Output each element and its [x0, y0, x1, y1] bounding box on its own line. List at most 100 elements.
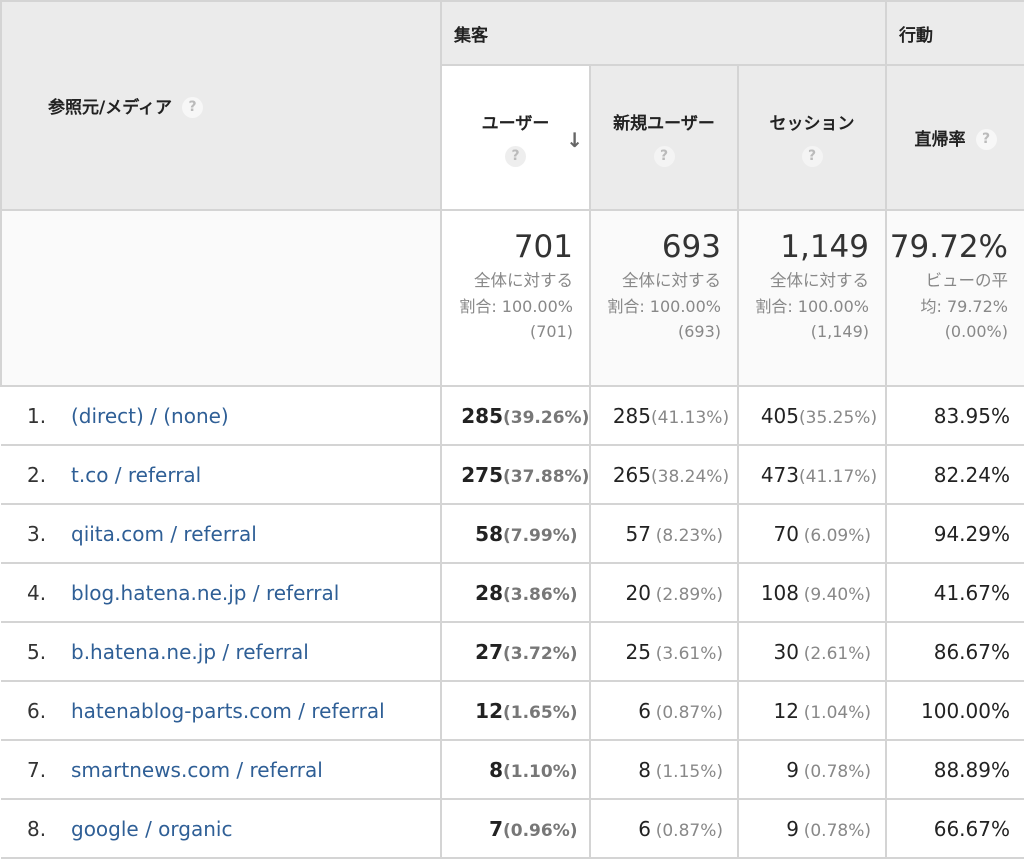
new-users-total-count: (693) [677, 322, 721, 341]
table-row: 8. google / organic 7(0.96%) 6 (0.87%) 9 (0.78… [1, 798, 1024, 859]
users-summary: 701 全体に対する 割合: 100.00% (701) [440, 209, 591, 387]
sessions-percent: (1.04%) [803, 702, 871, 723]
sessions-value: 108 [760, 580, 799, 605]
source-medium-link[interactable]: hatenablog-parts.com / referral [71, 699, 385, 723]
users-cell: 28(3.86%) [440, 562, 591, 623]
new-users-total-note: 全体に対する [622, 271, 721, 290]
users-value: 7 [489, 816, 503, 841]
source-medium-link[interactable]: google / organic [71, 817, 232, 841]
new-users-value: 8 [638, 757, 651, 782]
users-percent: (1.10%) [503, 761, 578, 782]
bounce-rate-value: 83.95% [933, 403, 1010, 428]
bounce-rate-value: 88.89% [933, 757, 1010, 782]
bounce-rate-value: 94.29% [933, 521, 1010, 546]
users-total-count: (701) [529, 322, 573, 341]
sessions-cell: 9 (0.78%) [737, 798, 887, 859]
new-users-cell: 20 (2.89%) [589, 562, 739, 623]
bounce-rate-value: 41.67% [933, 580, 1010, 605]
help-icon[interactable]: ? [182, 97, 204, 119]
users-value: 8 [489, 757, 503, 782]
group-header-row: 参照元/メディア? 集客 行動 [0, 0, 1024, 211]
bounce-rate-value: 100.00% [921, 698, 1010, 723]
new-users-value: 6 [638, 816, 651, 841]
sessions-percent: (0.78%) [803, 820, 871, 841]
new-users-cell: 8 (1.15%) [589, 739, 739, 800]
help-icon[interactable]: ? [801, 145, 823, 167]
bounce-rate-total: 79.72% [889, 229, 1008, 265]
new-users-percent: (38.24%) [651, 466, 730, 487]
sort-descending-icon[interactable]: ↓ [566, 128, 583, 152]
bounce-rate-column-header[interactable]: 直帰率? [885, 64, 1024, 211]
source-medium-link[interactable]: qiita.com / referral [71, 522, 257, 546]
source-medium-cell: 8. google / organic [1, 798, 442, 859]
new-users-value: 285 [612, 403, 651, 428]
sessions-cell: 9 (0.78%) [737, 739, 887, 800]
new-users-cell: 6 (0.87%) [589, 680, 739, 741]
summary-blank-cell [0, 209, 442, 387]
sessions-summary: 1,149 全体に対する 割合: 100.00% (1,149) [737, 209, 887, 387]
new-users-value: 6 [638, 698, 651, 723]
users-value: 12 [475, 698, 503, 723]
bounce-rate-cell: 86.67% [885, 621, 1024, 682]
new-users-column-header[interactable]: 新規ユーザー ? [589, 64, 739, 211]
users-total-note: 全体に対する [474, 271, 573, 290]
new-users-cell: 285(41.13%) [589, 385, 739, 446]
row-index: 7. [27, 757, 47, 782]
summary-row: 701 全体に対する 割合: 100.00% (701) 693 全体に対する … [0, 209, 1024, 387]
source-medium-cell: 4. blog.hatena.ne.jp / referral [1, 562, 442, 623]
row-index: 1. [27, 403, 47, 428]
source-medium-link[interactable]: smartnews.com / referral [71, 758, 323, 782]
table-row: 3. qiita.com / referral 58(7.99%) 57 (8.23%)… [1, 503, 1024, 564]
new-users-percent: (0.87%) [655, 820, 723, 841]
help-icon[interactable]: ? [505, 145, 526, 167]
users-percent: (0.96%) [503, 820, 578, 841]
table-row: 6. hatenablog-parts.com / referral 12(1.65… [1, 680, 1024, 741]
sessions-column-header[interactable]: セッション ? [737, 64, 887, 211]
source-medium-link[interactable]: (direct) / (none) [71, 404, 229, 428]
source-medium-link[interactable]: blog.hatena.ne.jp / referral [71, 581, 339, 605]
sessions-percent: (6.09%) [803, 525, 871, 546]
new-users-percent: (3.61%) [655, 643, 723, 664]
new-users-percent: (1.15%) [655, 761, 723, 782]
dimension-header-label: 参照元/メディア [48, 97, 173, 118]
source-medium-link[interactable]: t.co / referral [71, 463, 201, 487]
users-cell: 7(0.96%) [440, 798, 591, 859]
new-users-cell: 57 (8.23%) [589, 503, 739, 564]
bounce-rate-summary: 79.72% ビューの平 均: 79.72% (0.00%) [885, 209, 1024, 387]
users-cell: 275(37.88%) [440, 444, 591, 505]
source-medium-link[interactable]: b.hatena.ne.jp / referral [71, 640, 309, 664]
users-cell: 12(1.65%) [440, 680, 591, 741]
row-index: 6. [27, 698, 47, 723]
new-users-header-label: 新規ユーザー [613, 113, 715, 134]
sessions-value: 405 [760, 403, 799, 428]
table-row: 2. t.co / referral 275(37.88%) 265(38.24%) 4… [1, 444, 1024, 505]
users-cell: 58(7.99%) [440, 503, 591, 564]
sessions-cell: 473(41.17%) [737, 444, 887, 505]
sessions-value: 12 [773, 698, 799, 723]
dimension-header[interactable]: 参照元/メディア? [0, 0, 442, 211]
sessions-cell: 108 (9.40%) [737, 562, 887, 623]
new-users-percent: (8.23%) [655, 525, 723, 546]
row-index: 4. [27, 580, 47, 605]
bounce-rate-cell: 82.24% [885, 444, 1024, 505]
bounce-rate-cell: 94.29% [885, 503, 1024, 564]
users-value: 27 [475, 639, 503, 664]
source-medium-cell: 1. (direct) / (none) [1, 385, 442, 446]
users-value: 58 [475, 521, 503, 546]
new-users-total: 693 [661, 229, 721, 265]
bounce-rate-cell: 66.67% [885, 798, 1024, 859]
users-percent: (39.26%) [503, 407, 590, 428]
sessions-header-label: セッション [769, 113, 855, 134]
users-column-header[interactable]: ユーザー ? ↓ [440, 64, 591, 211]
sessions-cell: 30 (2.61%) [737, 621, 887, 682]
analytics-table: 参照元/メディア? 集客 行動 ユーザー ? ↓ 新規ユーザー ? セッション … [0, 0, 1024, 859]
bounce-rate-cell: 41.67% [885, 562, 1024, 623]
source-medium-cell: 2. t.co / referral [1, 444, 442, 505]
new-users-cell: 6 (0.87%) [589, 798, 739, 859]
users-value: 275 [461, 462, 503, 487]
new-users-percent: (0.87%) [655, 702, 723, 723]
users-cell: 285(39.26%) [440, 385, 591, 446]
help-icon[interactable]: ? [975, 129, 997, 151]
bounce-rate-total-diff: (0.00%) [944, 322, 1008, 341]
help-icon[interactable]: ? [653, 145, 675, 167]
